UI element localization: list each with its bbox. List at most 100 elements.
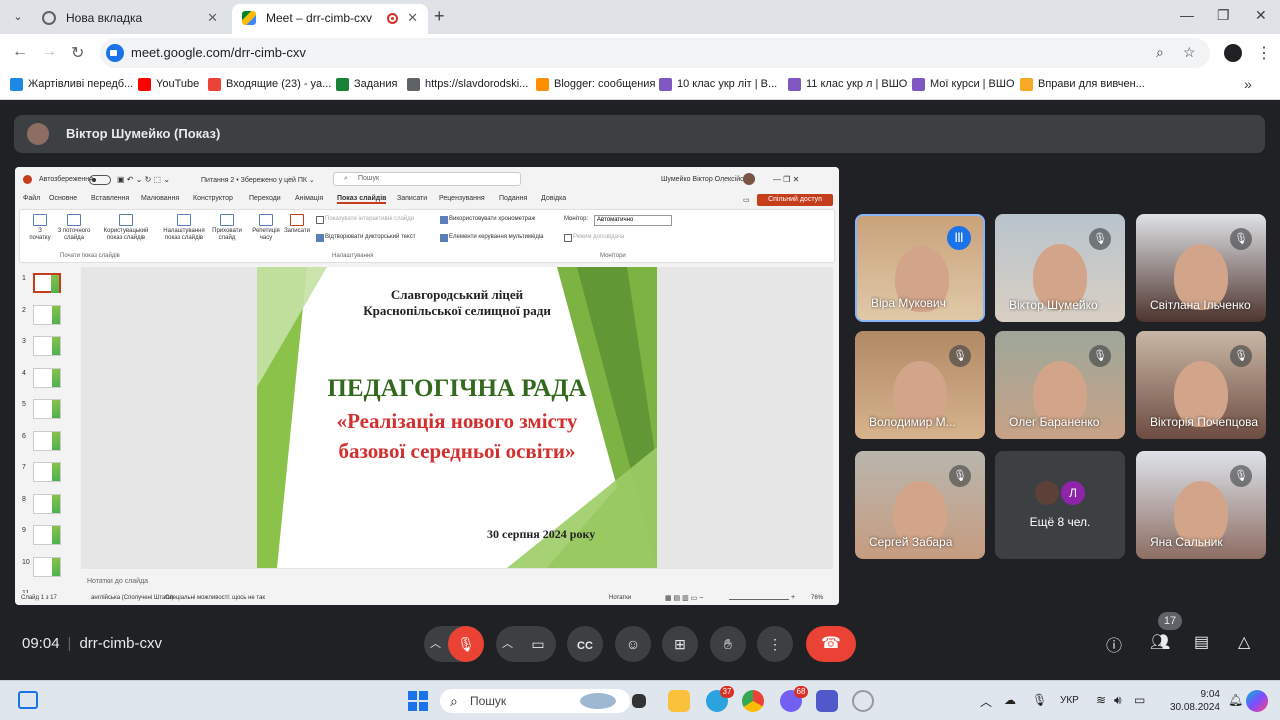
more-participants-tile[interactable]: Л Ещё 8 чел.: [995, 451, 1125, 559]
slide-thumbnail[interactable]: [33, 556, 61, 577]
bookmark-item[interactable]: https://slavdorodski...: [407, 78, 528, 91]
bookmark-item[interactable]: 11 клас укр л | ВШО: [788, 78, 907, 91]
from-beginning-button[interactable]: З початку: [26, 214, 54, 242]
checkbox-interactive[interactable]: Показувати інтерактивні слайди: [316, 216, 414, 224]
ppt-user-avatar[interactable]: [743, 173, 755, 185]
close-tab-icon[interactable]: ✕: [407, 4, 418, 32]
slide-thumbnail[interactable]: [33, 493, 61, 514]
status-accessibility[interactable]: Спеціальні можливості: щось не так: [165, 595, 265, 601]
save-undo-icons[interactable]: ▣ ↶ ⌄ ↻ ⬚ ⌄: [117, 175, 170, 184]
captions-button[interactable]: CC: [567, 626, 603, 662]
leave-call-button[interactable]: ☎︎: [806, 626, 856, 662]
rehearse-timings-button[interactable]: Репетиція часу: [250, 214, 282, 242]
slide-thumbnail[interactable]: [33, 399, 61, 419]
chrome-icon[interactable]: [742, 690, 764, 712]
tab-new-tab[interactable]: Нова вкладка ✕: [32, 4, 228, 34]
slide-notes[interactable]: Нотатки до слайда: [81, 573, 833, 589]
volume-icon[interactable]: 🔊︎: [1114, 693, 1122, 708]
ribbon-tab[interactable]: Файл: [23, 195, 40, 202]
ribbon-tab[interactable]: Довідка: [541, 195, 566, 202]
participant-tile[interactable]: 🎙︎ Олег Бараненко: [995, 331, 1125, 439]
participant-tile[interactable]: 🎙︎ Вікторія Почепцова: [1136, 331, 1266, 439]
bookmark-item[interactable]: Blogger: сообщения: [536, 78, 655, 91]
slide-thumbnail[interactable]: [33, 304, 61, 325]
participant-tile[interactable]: 🎙︎ Володимир М...: [855, 331, 985, 439]
zoom-icon[interactable]: ⌕: [1156, 44, 1164, 61]
participant-tile[interactable]: ||| Віра Мукович: [855, 214, 985, 322]
ribbon-tab[interactable]: Переходи: [249, 195, 281, 202]
camera-icon[interactable]: ▭: [520, 626, 556, 662]
battery-icon[interactable]: ▭: [1134, 693, 1145, 707]
forward-button[interactable]: →: [41, 43, 57, 61]
participant-tile[interactable]: 🎙︎ Віктор Шумейко: [995, 214, 1125, 322]
bookmark-item[interactable]: Входящие (23) - ya...: [208, 78, 331, 91]
tab-search-button[interactable]: ⌄: [8, 7, 28, 27]
checkbox-timings[interactable]: Використовувати хронометраж: [440, 216, 535, 224]
ribbon-tab[interactable]: Анімація: [295, 195, 323, 202]
share-button[interactable]: Спільний доступ: [757, 194, 833, 206]
bookmark-star-icon[interactable]: ☆: [1183, 44, 1196, 61]
mic-off-icon[interactable]: 🎙︎: [448, 626, 484, 662]
view-buttons[interactable]: ▦ ▤ ▥ ▭ −: [665, 594, 703, 602]
airplane-icon[interactable]: [580, 693, 616, 709]
autosave-toggle[interactable]: [89, 175, 111, 185]
checkbox-presenter-view[interactable]: Режим доповідача: [564, 234, 624, 242]
ribbon-tab[interactable]: Записати: [397, 195, 427, 202]
ribbon-tab[interactable]: Рецензування: [439, 195, 485, 202]
participant-tile[interactable]: 🎙︎ Світлана Ільченко: [1136, 214, 1266, 322]
wifi-icon[interactable]: ≋: [1096, 693, 1106, 707]
browser-menu-icon[interactable]: ⋮: [1256, 43, 1272, 63]
more-options-button[interactable]: ⋮: [757, 626, 793, 662]
viber-icon[interactable]: 68: [780, 686, 808, 712]
teams-icon[interactable]: [816, 690, 838, 712]
ribbon-tab[interactable]: Подання: [499, 195, 527, 202]
new-tab-button[interactable]: +: [434, 6, 445, 27]
from-current-button[interactable]: З поточного слайда: [54, 214, 94, 242]
slide-thumbnail[interactable]: [33, 273, 61, 293]
monitor-select[interactable]: Автоматично: [594, 215, 672, 226]
ribbon-tab[interactable]: Малювання: [141, 195, 179, 202]
zoom-in-button[interactable]: +: [791, 594, 795, 601]
reload-button[interactable]: ↻: [71, 43, 84, 63]
activities-icon[interactable]: △: [1238, 632, 1250, 652]
tray-expand-icon[interactable]: ︿: [980, 693, 992, 710]
close-window-button[interactable]: ✕: [1255, 7, 1267, 24]
people-icon[interactable]: 👥︎: [1150, 632, 1170, 652]
slide-thumbnail[interactable]: [33, 336, 61, 356]
bookmark-item[interactable]: Задания: [336, 78, 397, 91]
bookmarks-overflow-icon[interactable]: »: [1244, 76, 1252, 92]
meeting-details-icon[interactable]: ⓘ: [1106, 632, 1122, 656]
raise-hand-button[interactable]: ✋︎: [710, 626, 746, 662]
ribbon-tab-active[interactable]: Показ слайдів: [337, 195, 387, 204]
zoom-slider[interactable]: [729, 599, 789, 600]
file-explorer-icon[interactable]: [668, 690, 690, 712]
restore-button[interactable]: ❐: [1217, 7, 1230, 24]
microphone-icon[interactable]: 🎙︎: [1032, 693, 1047, 707]
language-indicator[interactable]: УКР: [1060, 695, 1079, 706]
copilot-icon[interactable]: [1246, 690, 1268, 712]
tab-meet[interactable]: Meet – drr-cimb-cxv ✕: [232, 4, 428, 34]
bookmark-item[interactable]: Мої курси | ВШО: [912, 78, 1015, 91]
slide-thumbnail[interactable]: [33, 430, 61, 451]
site-info-icon[interactable]: [106, 44, 124, 62]
app-icon[interactable]: [852, 690, 874, 712]
onedrive-icon[interactable]: ☁︎: [1004, 693, 1016, 707]
ribbon-tab[interactable]: Основне: [49, 195, 77, 202]
meeting-code[interactable]: drr-cimb-cxv: [79, 635, 162, 652]
slide-thumbnail[interactable]: [33, 462, 61, 482]
present-button[interactable]: ⊞: [662, 626, 698, 662]
task-view-icon[interactable]: [632, 694, 646, 708]
ribbon-tab[interactable]: Конструктор: [193, 195, 233, 202]
windows-start-icon[interactable]: [408, 691, 428, 711]
slide-thumbnail[interactable]: [33, 525, 61, 545]
slide-thumbnail[interactable]: [33, 367, 61, 388]
custom-show-button[interactable]: Користувацький показ слайдів: [98, 214, 154, 242]
participant-tile[interactable]: 🎙︎ Яна Сальник: [1136, 451, 1266, 559]
notifications-icon[interactable]: 🔔︎: [1228, 693, 1243, 707]
minimize-button[interactable]: —: [1180, 7, 1194, 23]
chat-icon[interactable]: ▤: [1194, 632, 1209, 652]
status-language[interactable]: англійська (Сполучені Штати): [91, 595, 173, 601]
bookmark-item[interactable]: Вправи для вивчен...: [1020, 78, 1145, 91]
checkbox-narration[interactable]: Відтворювати дикторський текст: [316, 234, 415, 242]
chevron-up-icon[interactable]: ︿: [502, 626, 513, 662]
